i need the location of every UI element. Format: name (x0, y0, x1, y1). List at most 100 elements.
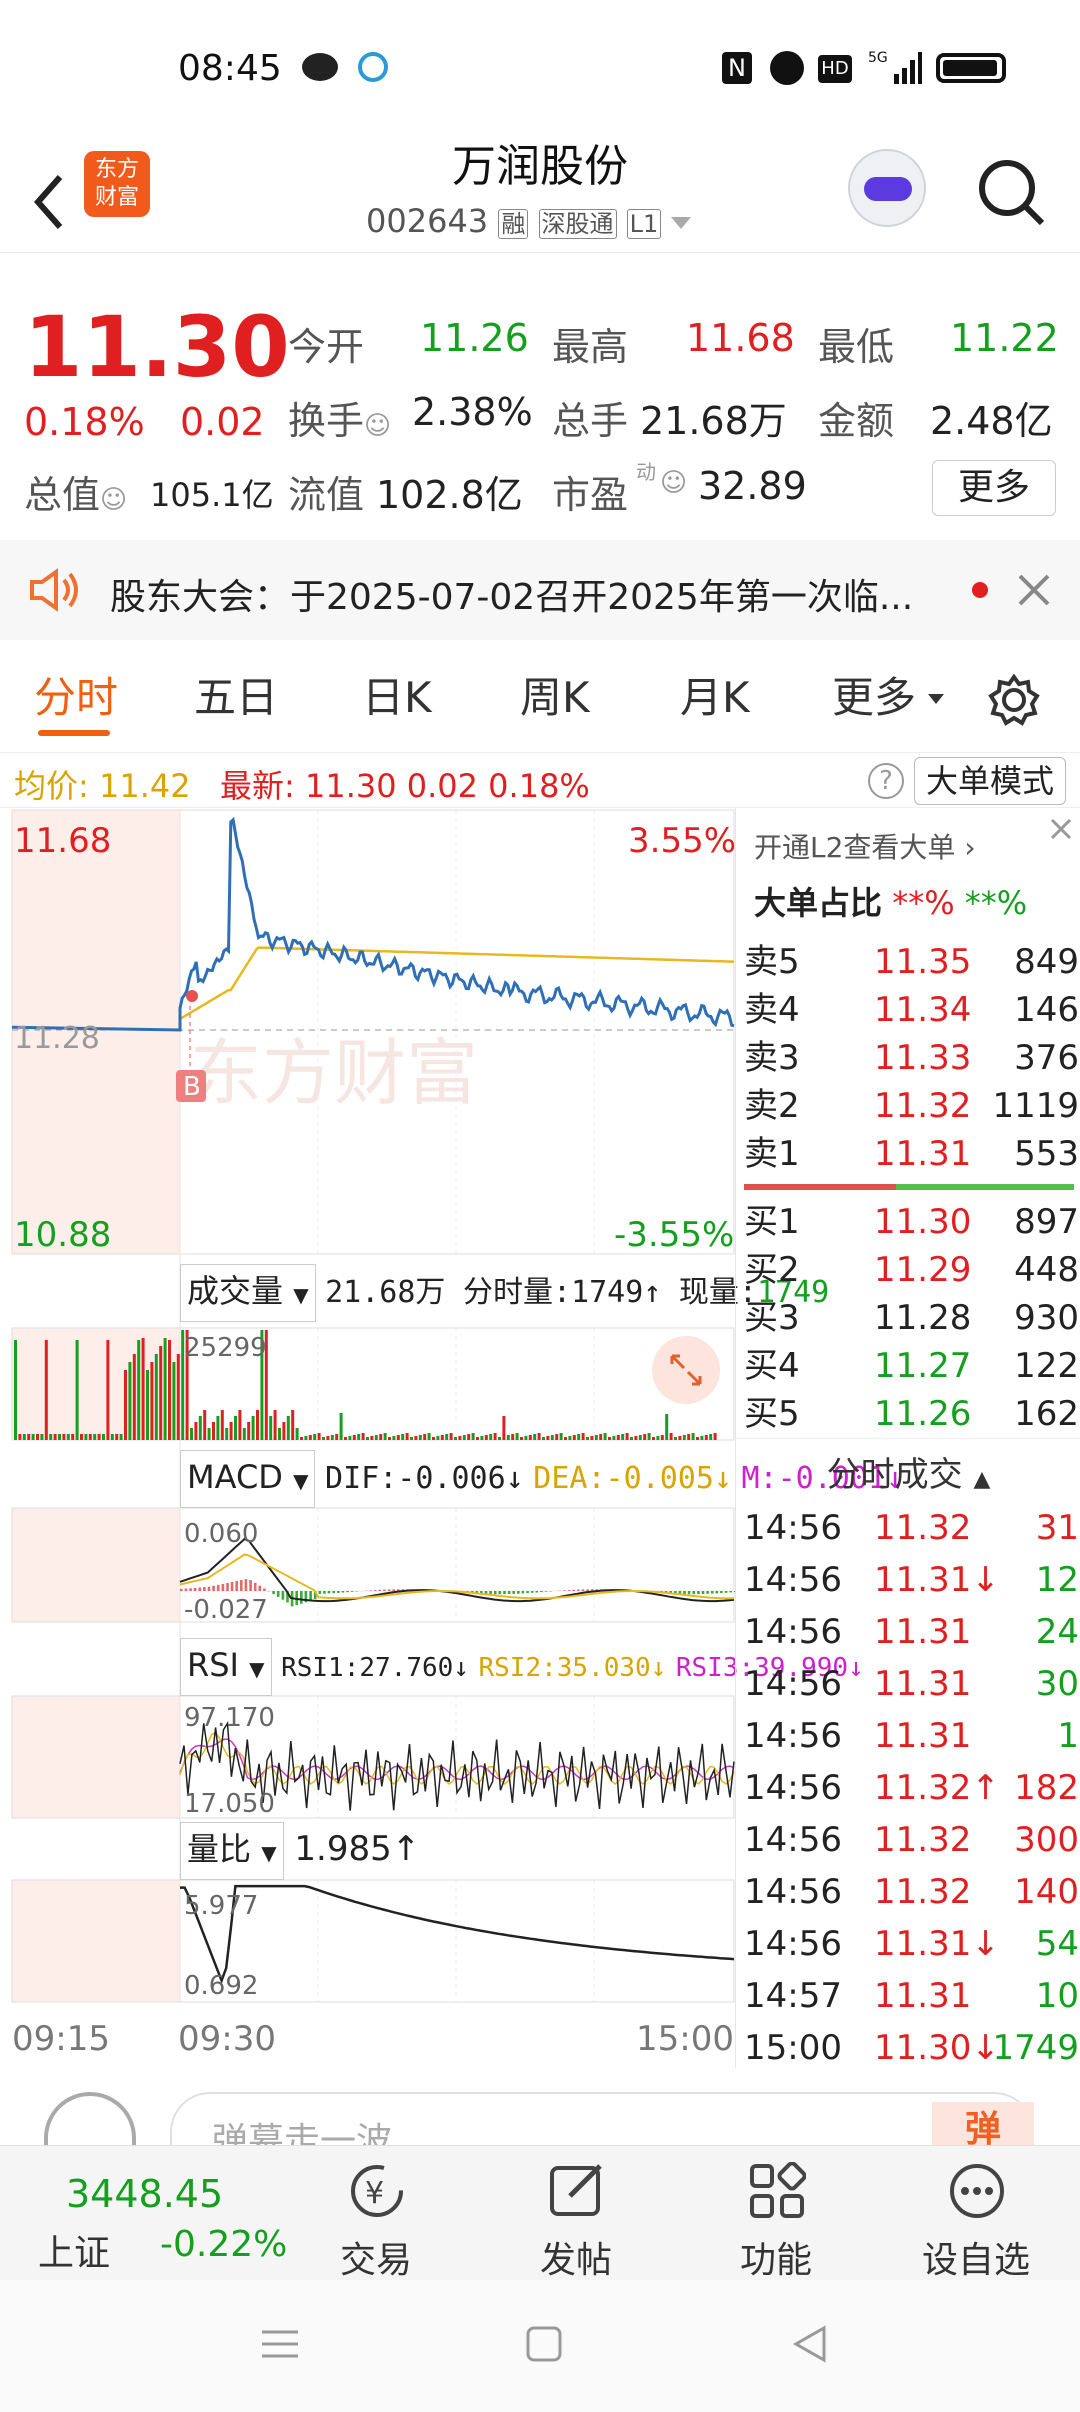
grid-apps-icon (750, 2162, 806, 2218)
avg-price: 均价: 11.42 (14, 767, 191, 805)
notice-text[interactable]: 股东大会：于2025-07-02召开2025年第一次临... (110, 568, 913, 620)
tick-row: 14:56 11.32 300 (744, 1816, 1079, 1864)
chart-tabs: 分时 五日 日K 周K 月K 更多 (0, 648, 1080, 748)
volume-max-label: 25299 (184, 1333, 267, 1363)
help-icon[interactable]: ? (868, 763, 904, 799)
bid-level-row-cell: 买2 (744, 1250, 800, 1290)
macd-bar (263, 1588, 266, 1591)
nav-functions[interactable]: 功能 (676, 2146, 876, 2281)
fullscreen-button[interactable] (652, 1336, 720, 1404)
time-label-start: 09:15 (12, 2019, 110, 2059)
tab-month-k[interactable]: 月K (680, 648, 750, 748)
latest-price: 最新: 11.30 0.02 0.18% (220, 767, 590, 805)
tick-row-cell: 11.32 (874, 1872, 972, 1912)
tab-more[interactable]: 更多 (832, 648, 916, 748)
macd-bar (493, 1591, 497, 1595)
volume-bar (577, 1434, 581, 1440)
comment-list-icon[interactable] (44, 2092, 136, 2152)
nav-post-label: 发帖 (539, 2240, 612, 2281)
ask-level-row-cell: 376 (1014, 1038, 1079, 1078)
volume-bar (194, 1422, 198, 1440)
price-axis-high: 11.68 (14, 821, 111, 861)
macd-select[interactable]: MACD ▼ (180, 1450, 316, 1508)
volume-bar (220, 1410, 224, 1440)
back-icon[interactable] (790, 2324, 830, 2364)
ask-level-row-cell: 卖3 (744, 1038, 800, 1078)
tab-day-k[interactable]: 日K (362, 648, 432, 748)
volume-bar (616, 1435, 620, 1440)
macd-bar (309, 1591, 312, 1601)
macd-bar (544, 1591, 548, 1592)
tab-five-day[interactable]: 五日 (194, 648, 278, 748)
ticks-header[interactable]: 分时成交 ▲ (736, 1438, 1080, 1496)
close-icon[interactable] (1046, 814, 1076, 844)
trade-icon: ¥ (351, 2165, 403, 2217)
home-icon[interactable] (524, 2324, 564, 2364)
tick-row-cell: 11.32 (874, 1508, 972, 1548)
bid-level-row-cell: 930 (1014, 1298, 1079, 1338)
svg-text:5G: 5G (868, 50, 888, 66)
low-value: 11.22 (950, 316, 1059, 360)
bid-level-row: 买1 11.30 897 (744, 1198, 1079, 1246)
volume-bar (427, 1433, 431, 1440)
tick-row: 14:56 11.32 31 (744, 1504, 1079, 1552)
tick-row-cell: 14:56 (744, 1924, 842, 1964)
volume-bar (533, 1434, 537, 1440)
bid-level-row-cell: 11.28 (874, 1298, 972, 1338)
volume-bar (405, 1433, 409, 1440)
macd-bar (706, 1591, 709, 1594)
big-order-mode-button[interactable]: 大单模式 (914, 757, 1066, 805)
close-icon[interactable] (1016, 572, 1052, 608)
volume-select[interactable]: 成交量 ▼ (180, 1264, 316, 1322)
order-book-panel: 开通L2查看大单 › 大单占比 **% **% 分时成交 ▲ 卖5 11.35 84… (735, 808, 1080, 2068)
more-button[interactable]: 更多 (932, 460, 1056, 516)
bid-level-row: 买4 11.27 122 (744, 1342, 1079, 1390)
volume-bar (322, 1437, 325, 1440)
notice-bar[interactable]: 股东大会：于2025-07-02召开2025年第一次临... (0, 540, 1080, 640)
volume-label: 总手 (552, 399, 629, 443)
volume-bar (445, 1434, 449, 1440)
index-quote[interactable]: 3448.45 上证 -0.22% (0, 2146, 290, 2281)
pct-axis-low: -3.55% (614, 1215, 734, 1255)
volume-bar (713, 1433, 717, 1440)
bid-level-row: 买2 11.29 448 (744, 1246, 1079, 1294)
menu-icon[interactable] (260, 2324, 300, 2364)
tick-row-cell: 30 (1035, 1664, 1079, 1704)
nav-post[interactable]: 发帖 (476, 2146, 676, 2281)
gear-icon[interactable] (988, 674, 1040, 726)
macd-bar (567, 1590, 571, 1591)
intraday-chart[interactable]: 东方财富 B 11.68 11.28 10.88 3.55% -3.55% 25… (0, 808, 904, 2068)
volume-bar (352, 1435, 356, 1440)
macd-bar (387, 1589, 391, 1591)
search-icon (979, 160, 1045, 226)
tick-row-cell: 11.31 (874, 1976, 972, 2016)
volume-bar (586, 1437, 589, 1440)
robot-assistant-icon[interactable] (848, 149, 926, 227)
macd-bar (180, 1588, 183, 1591)
volume-bar (440, 1435, 444, 1440)
search-button[interactable] (974, 155, 1050, 231)
tick-row: 15:00 11.30↓ 1749 (744, 2024, 1079, 2072)
ask-level-row-cell: 1119 (992, 1086, 1079, 1126)
bid-level-row-cell: 买4 (744, 1346, 800, 1386)
volume-bar (146, 1370, 149, 1440)
volume-bar (110, 1434, 114, 1440)
volume-bar (62, 1434, 66, 1440)
chart-canvas[interactable]: 东方财富 B 11.68 11.28 10.88 3.55% -3.55% 25… (0, 808, 737, 2068)
l2-upgrade-link[interactable]: 开通L2查看大单 › (754, 826, 976, 866)
volume-bar (163, 1338, 167, 1440)
tab-week-k[interactable]: 周K (520, 648, 590, 748)
nav-trade[interactable]: ¥ 交易 (276, 2146, 476, 2281)
tick-row-cell: 11.31↓ (874, 1560, 1000, 1600)
macd-bar (258, 1585, 262, 1591)
rsi-select[interactable]: RSI ▼ (180, 1638, 272, 1696)
comment-input[interactable]: 弹幕走一波 弹 (170, 2092, 1034, 2162)
volume-bar (207, 1428, 211, 1440)
volume-bar (150, 1362, 154, 1440)
nav-add-watchlist[interactable]: 设自选 (876, 2146, 1076, 2281)
macd-bar (697, 1591, 700, 1595)
volume-bar (498, 1437, 501, 1440)
volume-bar (31, 1434, 35, 1440)
stock-code-row[interactable]: 002643 融 深股通 L1 (366, 201, 692, 241)
volume-ratio-select[interactable]: 量比 ▼ (180, 1822, 284, 1880)
